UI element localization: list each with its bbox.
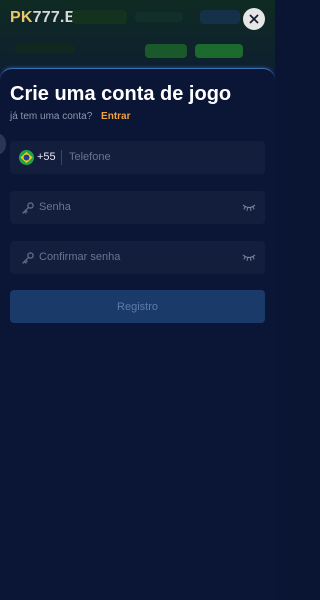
close-icon [249,14,259,24]
background-blur [72,10,127,24]
password-input[interactable]: Senha [39,201,71,213]
background-blur [200,10,240,24]
register-modal: Crie uma conta de jogo já tem uma conta?… [0,68,275,600]
close-button[interactable] [243,8,265,30]
country-code[interactable]: +55 [37,151,56,163]
background-blur [145,44,187,58]
confirm-password-field[interactable]: Confirmar senha [10,241,265,274]
background-app-header: PK777.BET [0,0,275,70]
side-handle[interactable] [0,133,6,155]
eye-closed-icon[interactable] [242,252,256,262]
login-link[interactable]: Entrar [101,111,130,122]
brazil-flag-icon[interactable] [19,150,34,165]
background-blur [195,44,243,58]
modal-title: Crie uma conta de jogo [10,83,232,105]
key-icon [21,251,35,265]
confirm-password-input[interactable]: Confirmar senha [39,251,120,263]
phone-field[interactable]: +55 Telefone [10,141,265,174]
divider [61,150,62,165]
register-button[interactable]: Registro [10,290,265,323]
background-blur [135,12,183,22]
have-account-text: já tem uma conta? [10,111,93,122]
login-prompt: já tem uma conta? Entrar [10,111,131,122]
phone-input[interactable]: Telefone [69,151,111,163]
background-blur [15,44,75,54]
key-icon [21,201,35,215]
password-field[interactable]: Senha [10,191,265,224]
eye-closed-icon[interactable] [242,202,256,212]
screen: PK777.BET Crie uma conta de jogo já tem … [0,0,275,600]
